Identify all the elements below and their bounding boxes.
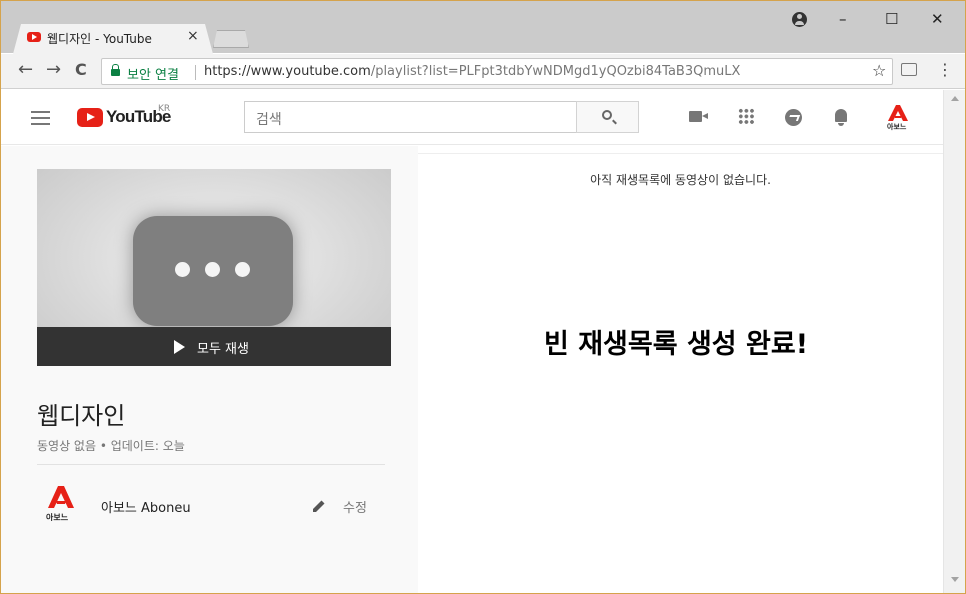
url-path: /playlist?list=PLFpt3tdbYwNDMgd1yQOzbi84… bbox=[370, 64, 741, 79]
reload-button[interactable]: C bbox=[75, 60, 87, 80]
content-divider bbox=[418, 153, 943, 154]
url-host: https://www.youtube.com bbox=[204, 64, 371, 79]
play-all-button[interactable]: 모두 재생 bbox=[37, 327, 391, 366]
hamburger-menu-icon[interactable] bbox=[31, 111, 50, 125]
browser-window: 웹디자인 - YouTube × – ☐ ✕ ← → C 보안 연결 https… bbox=[0, 0, 966, 594]
upload-video-icon[interactable] bbox=[689, 111, 708, 122]
profile-icon[interactable] bbox=[792, 12, 807, 27]
empty-playlist-placeholder-icon bbox=[133, 216, 293, 326]
divider bbox=[37, 464, 385, 465]
search-input[interactable]: 검색 bbox=[244, 101, 576, 133]
play-icon bbox=[174, 340, 185, 354]
playlist-sidebar: 모두 재생 웹디자인 동영상 없음 • 업데이트: 오늘 아보느 아보느 Abo… bbox=[1, 146, 418, 593]
playlist-meta: 동영상 없음 • 업데이트: 오늘 bbox=[37, 439, 185, 453]
edit-button[interactable]: 수정 bbox=[312, 496, 384, 518]
youtube-favicon-icon bbox=[27, 32, 41, 42]
playlist-content: 아직 재생목록에 동영상이 없습니다. 빈 재생목록 생성 완료! bbox=[418, 146, 943, 593]
scroll-up-arrow-icon[interactable] bbox=[951, 96, 959, 101]
scroll-down-arrow-icon[interactable] bbox=[951, 577, 959, 582]
search-placeholder: 검색 bbox=[256, 112, 282, 128]
menu-dots-icon[interactable]: ⋮ bbox=[937, 60, 953, 80]
edit-label: 수정 bbox=[343, 501, 367, 516]
address-bar[interactable]: 보안 연결 https://www.youtube.com/playlist?l… bbox=[101, 58, 893, 85]
placeholder-dot bbox=[235, 262, 250, 277]
owner-name[interactable]: 아보느 Aboneu bbox=[101, 497, 191, 516]
placeholder-dot bbox=[205, 262, 220, 277]
empty-playlist-message: 아직 재생목록에 동영상이 없습니다. bbox=[590, 173, 771, 187]
extension-icon[interactable] bbox=[901, 63, 917, 76]
page-scrollbar[interactable] bbox=[943, 90, 965, 593]
youtube-play-logo-icon bbox=[77, 108, 103, 127]
address-separator bbox=[195, 65, 196, 80]
new-tab-button[interactable] bbox=[213, 30, 249, 48]
minimize-button[interactable]: – bbox=[839, 10, 847, 28]
account-label: 아보느 bbox=[887, 123, 907, 131]
playlist-title: 웹디자인 bbox=[37, 402, 126, 430]
lock-icon bbox=[111, 64, 120, 76]
pencil-icon bbox=[313, 500, 325, 512]
tab-title: 웹디자인 - YouTube bbox=[47, 32, 152, 46]
owner-logo-icon bbox=[48, 486, 74, 508]
owner-avatar-label: 아보느 bbox=[46, 513, 69, 522]
forward-button[interactable]: → bbox=[46, 60, 61, 80]
play-all-label: 모두 재생 bbox=[197, 342, 249, 357]
title-bar: 웹디자인 - YouTube × – ☐ ✕ bbox=[1, 1, 965, 54]
owner-avatar[interactable]: 아보느 bbox=[44, 484, 78, 524]
apps-grid-icon[interactable] bbox=[738, 108, 754, 124]
back-button[interactable]: ← bbox=[18, 60, 33, 80]
account-avatar[interactable]: 아보느 bbox=[885, 104, 911, 132]
search-button[interactable] bbox=[576, 101, 639, 133]
close-window-button[interactable]: ✕ bbox=[931, 10, 944, 28]
tab-close-button[interactable]: × bbox=[187, 28, 199, 44]
maximize-button[interactable]: ☐ bbox=[885, 10, 898, 28]
browser-toolbar: ← → C 보안 연결 https://www.youtube.com/play… bbox=[1, 54, 965, 89]
country-code: KR bbox=[158, 104, 171, 114]
url-text[interactable]: https://www.youtube.com/playlist?list=PL… bbox=[204, 64, 740, 79]
overlay-caption: 빈 재생목록 생성 완료! bbox=[543, 329, 809, 360]
star-icon[interactable]: ☆ bbox=[872, 61, 886, 80]
playlist-thumbnail[interactable]: 모두 재생 bbox=[37, 169, 391, 366]
search-icon bbox=[602, 110, 612, 120]
messages-icon[interactable] bbox=[785, 109, 802, 126]
placeholder-dot bbox=[175, 262, 190, 277]
notifications-bell-icon[interactable] bbox=[835, 109, 847, 126]
secure-connection-label: 보안 연결 bbox=[127, 68, 179, 83]
youtube-header: YouTube KR 검색 아보느 bbox=[1, 90, 943, 145]
